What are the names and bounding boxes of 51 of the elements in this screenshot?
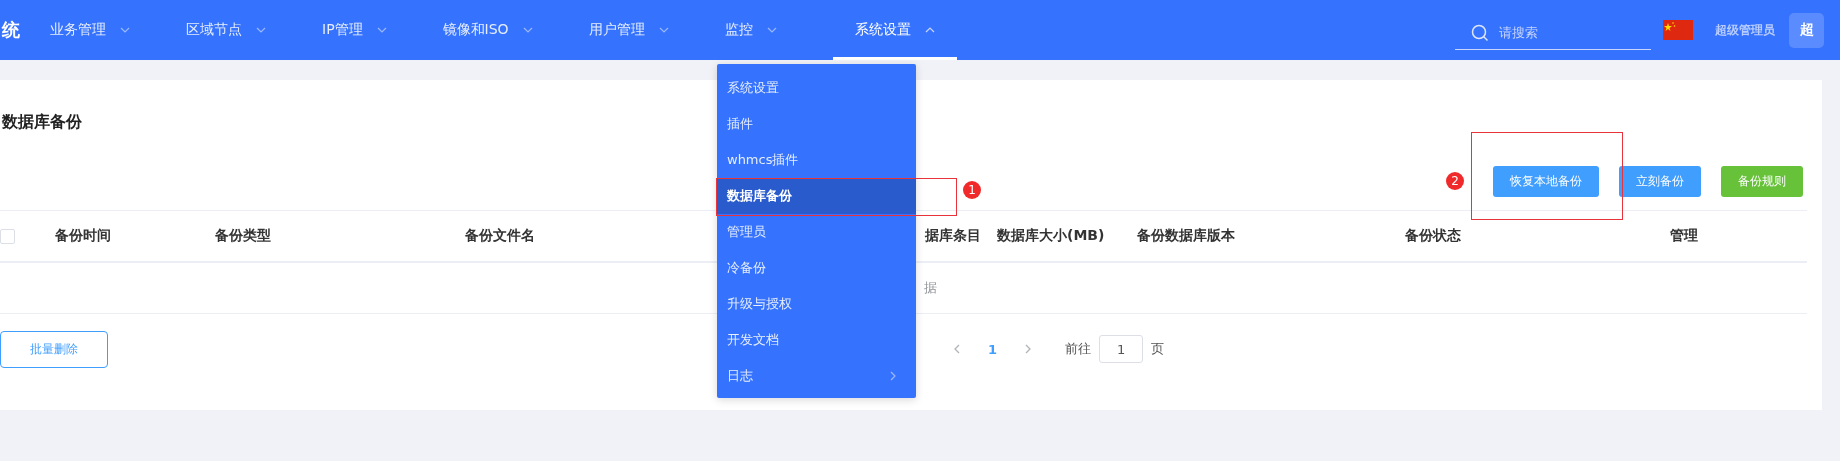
action-button[interactable]: 备份规则 bbox=[1721, 166, 1803, 197]
caret-icon bbox=[376, 27, 387, 33]
column-header: 管理 bbox=[1670, 227, 1698, 243]
nav-menu-item[interactable]: 镜像和ISO bbox=[442, 0, 543, 60]
page-title: 数据库备份 bbox=[2, 111, 82, 133]
user-role[interactable]: 超级管理员 bbox=[1715, 21, 1775, 39]
action-button[interactable]: 恢复本地备份 bbox=[1493, 166, 1599, 197]
column-header: 备份状态 bbox=[1405, 227, 1461, 243]
column-header: 备份文件名 bbox=[465, 227, 535, 243]
caret-icon bbox=[256, 27, 266, 33]
dropdown-menu-item[interactable]: 冷备份 bbox=[717, 250, 916, 286]
dropdown-menu-item[interactable]: 开发文档 bbox=[717, 322, 916, 358]
dropdown-menu-item[interactable]: 数据库备份 bbox=[717, 178, 916, 214]
dropdown-menu-item[interactable]: 升级与授权 bbox=[717, 286, 916, 322]
dropdown-menu-item[interactable]: 管理员 bbox=[717, 214, 916, 250]
page-unit-label: 页 bbox=[1151, 340, 1165, 358]
dropdown-menu-item[interactable]: 系统设置 bbox=[717, 70, 916, 106]
search-field[interactable]: 请搜索 bbox=[1455, 16, 1651, 50]
column-header: 备份数据库版本 bbox=[1137, 227, 1235, 243]
bulk-delete-button[interactable]: 批量删除 bbox=[0, 330, 108, 368]
caret-icon bbox=[522, 27, 533, 33]
column-header: 数据库大小(MB) bbox=[997, 227, 1105, 243]
nav-menu-item[interactable]: IP管理 bbox=[322, 0, 397, 60]
dropdown-menu-item[interactable]: 插件 bbox=[717, 106, 916, 142]
nav-menu-item[interactable]: 监控 bbox=[724, 0, 787, 60]
flag-icon bbox=[1663, 20, 1693, 40]
caret-icon bbox=[924, 27, 935, 33]
nav-menu-item[interactable]: 业务管理 bbox=[50, 0, 140, 60]
action-button[interactable]: 立刻备份 bbox=[1619, 166, 1701, 197]
select-all-checkbox[interactable] bbox=[0, 228, 15, 244]
user-avatar[interactable]: 超 bbox=[1789, 12, 1824, 48]
search-icon bbox=[1471, 24, 1489, 42]
goto-label: 前往 bbox=[1065, 340, 1092, 358]
empty-text: 据 bbox=[924, 279, 937, 297]
column-header: 据库条目 bbox=[925, 227, 981, 243]
next-page-icon bbox=[1024, 344, 1033, 354]
column-header: 备份类型 bbox=[215, 227, 271, 243]
dropdown-menu-item[interactable]: whmcs插件 bbox=[717, 142, 916, 178]
prev-page-icon bbox=[953, 344, 961, 354]
column-header: 备份时间 bbox=[55, 227, 111, 243]
page-number[interactable]: 1 bbox=[976, 341, 1010, 357]
page-input[interactable]: 1 bbox=[1099, 335, 1144, 363]
chevron-right-icon bbox=[890, 371, 896, 381]
nav-menu-item[interactable]: 用户管理 bbox=[588, 0, 679, 60]
logo-text: 统 bbox=[2, 18, 21, 42]
dropdown-menu-item[interactable]: 日志 bbox=[717, 358, 916, 394]
caret-icon bbox=[120, 27, 130, 33]
nav-menu-item[interactable]: 区域节点 bbox=[186, 0, 276, 60]
caret-icon bbox=[766, 27, 777, 33]
caret-icon bbox=[658, 27, 669, 33]
nav-menu-item[interactable]: 系统设置 bbox=[832, 0, 957, 60]
